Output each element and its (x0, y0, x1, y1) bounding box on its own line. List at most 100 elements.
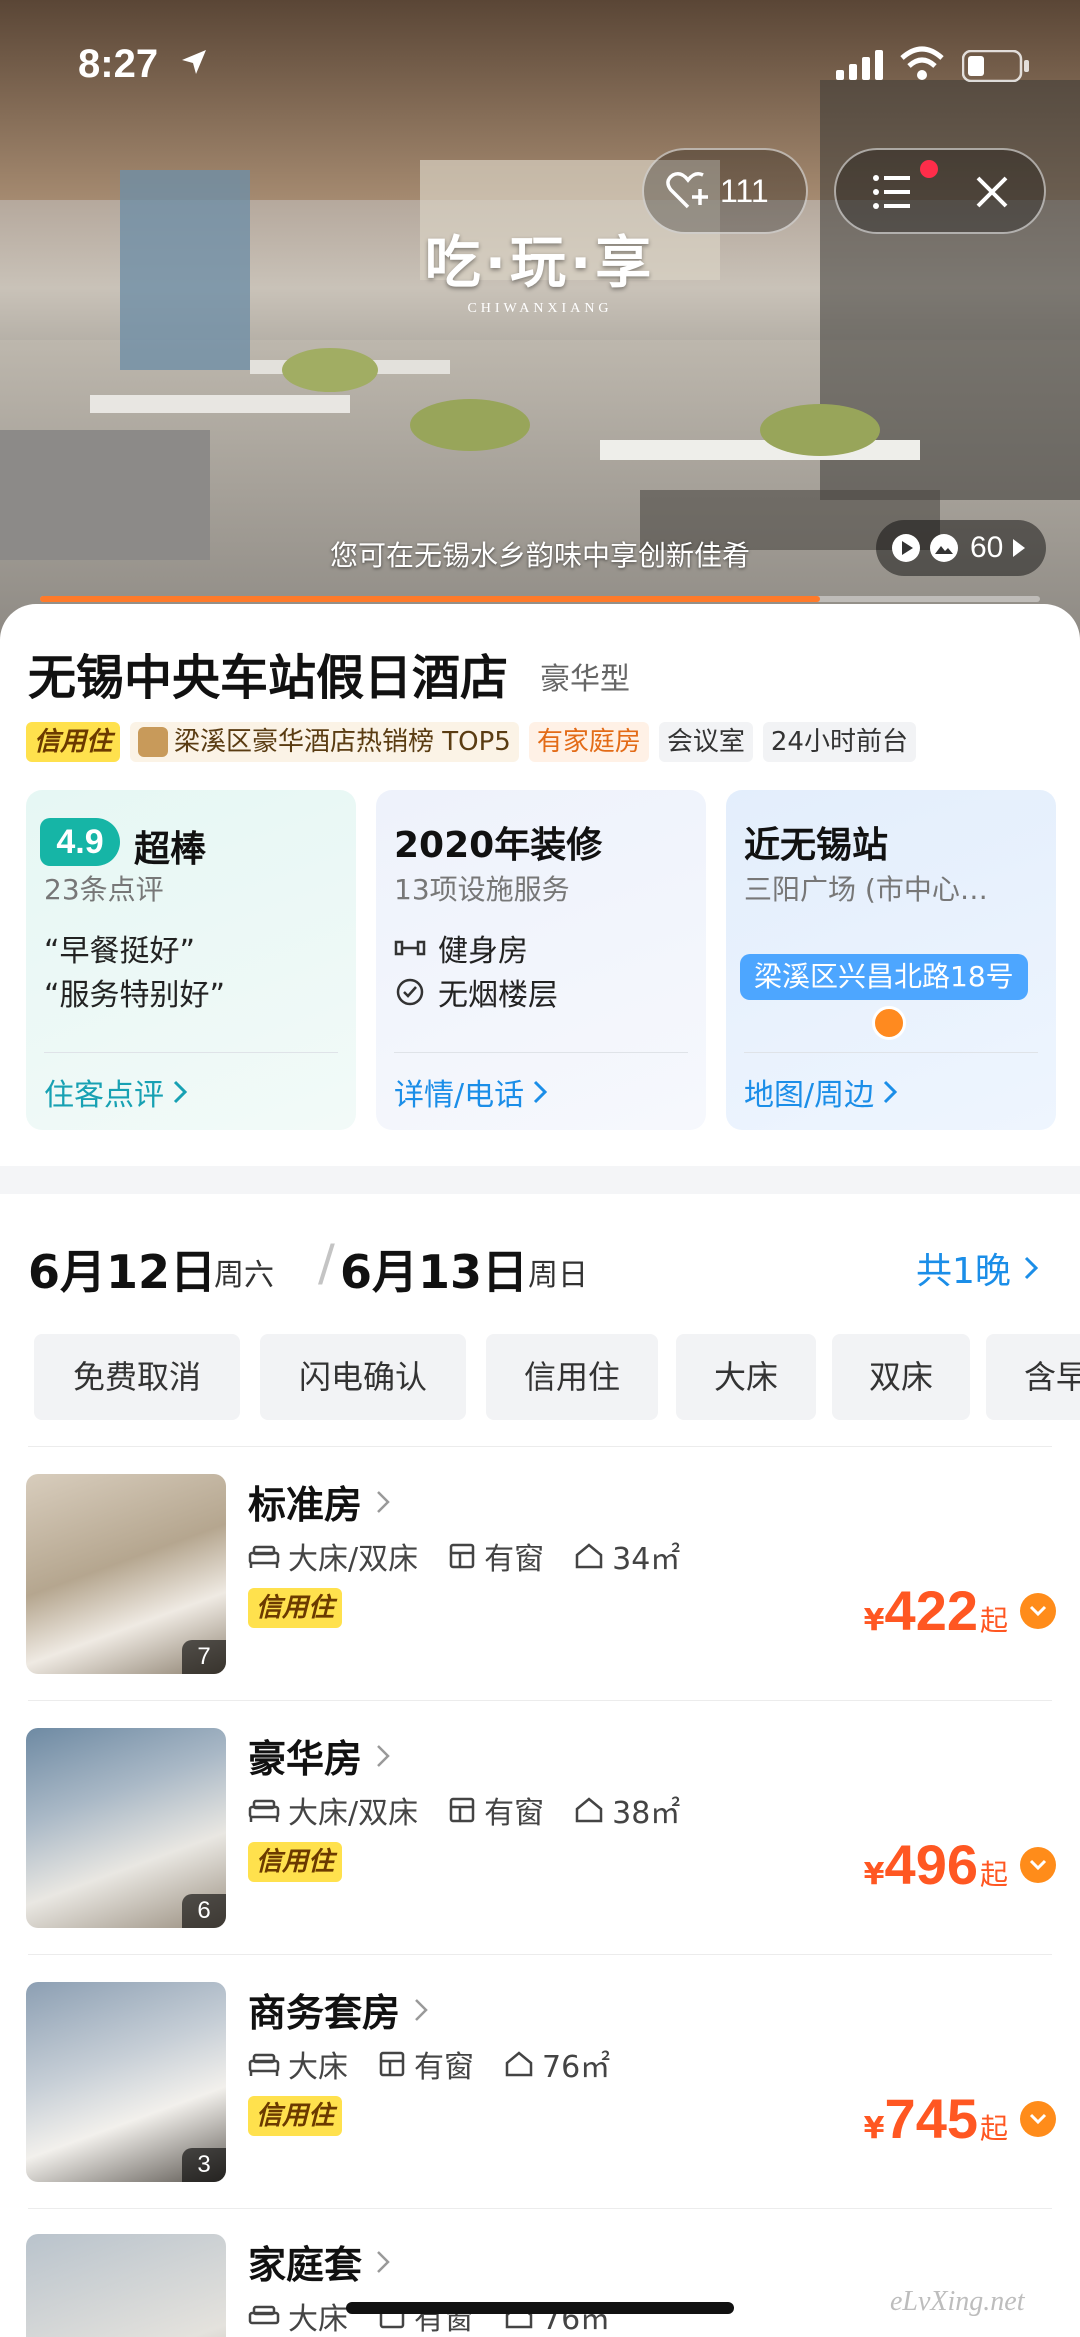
photo-count: 6 (182, 1894, 226, 1928)
tag-ranking[interactable]: 梁溪区豪华酒店热销榜 TOP5 (130, 722, 519, 762)
gallery-progress-fill (40, 596, 820, 602)
nights-count[interactable]: 共1晚 (916, 1242, 1039, 1294)
chevron-down-icon (1029, 2113, 1047, 2124)
tag-credit[interactable]: 信用住 (26, 722, 121, 762)
area-label: 76㎡ (542, 2302, 611, 2337)
room-name-label: 豪华房 (248, 1737, 363, 1781)
room-name[interactable]: 家庭套 (248, 2234, 390, 2289)
checkin-date[interactable]: 6月12日 (28, 1236, 216, 1302)
menu-icon[interactable] (872, 172, 912, 212)
area-label: 38㎡ (612, 1796, 681, 1831)
expand-icon[interactable] (1020, 1592, 1056, 1629)
bed-icon (248, 2053, 280, 2076)
photo-count: 3 (182, 2148, 226, 2182)
room-name[interactable]: 商务套房 (248, 1982, 428, 2037)
price-value: 745 (884, 2087, 978, 2150)
room-thumbnail[interactable]: 3 (26, 1982, 226, 2182)
nights-label: 共1晚 (916, 1251, 1011, 1292)
wifi-icon (900, 46, 944, 80)
feature-nonsmoking-label: 无烟楼层 (438, 978, 558, 1013)
expand-icon[interactable] (1020, 2100, 1056, 2137)
restaurant-logo: 吃·玩·享 CHIWANXIANG (410, 218, 670, 348)
bed-label: 大床 (288, 2302, 348, 2337)
map-pin-icon (872, 1006, 906, 1040)
room-item[interactable]: 7 标准房 大床/双床 有窗 34㎡ 信用住 ¥ 422 起 (0, 1474, 1080, 1680)
filter-instant-confirm[interactable]: 闪电确认 (260, 1334, 466, 1420)
divider (28, 2208, 1052, 2209)
hotel-type: 豪华型 (540, 662, 630, 697)
room-thumbnail[interactable]: 6 (26, 1728, 226, 1928)
divider (28, 1700, 1052, 1701)
brand-pinyin: CHIWANXIANG (467, 301, 613, 316)
media-count-button[interactable]: 60 (876, 520, 1046, 576)
room-thumbnail[interactable]: 7 (26, 1474, 226, 1674)
photo-icon (930, 534, 958, 562)
room-name[interactable]: 标准房 (248, 1474, 390, 1529)
details-phone-link[interactable]: 详情/电话 (394, 1070, 548, 1114)
divider (394, 1052, 688, 1053)
location-arrow-icon (182, 50, 206, 74)
map-nearby-label: 地图/周边 (744, 1078, 875, 1113)
room-price[interactable]: ¥ 745 起 (864, 2086, 1056, 2151)
divider (28, 1446, 1052, 1447)
window-spec: 有窗 (378, 2042, 474, 2086)
close-icon[interactable] (972, 172, 1012, 212)
hotel-info-section: 无锡中央车站假日酒店 豪华型 信用住 梁溪区豪华酒店热销榜 TOP5 有家庭房 … (0, 604, 1080, 1164)
room-price[interactable]: ¥ 496 起 (864, 1832, 1056, 1897)
watermark: eLvXing.net (890, 2286, 1025, 2317)
nearby-station: 近无锡站 (744, 825, 889, 866)
review-card[interactable]: 4.9 超棒 23条点评 “早餐挺好” “服务特别好” 住客点评 (26, 790, 356, 1130)
date-selector[interactable]: 6月12日 周六 / 6月13日 周日 共1晚 (28, 1234, 1058, 1299)
chevron-right-icon (534, 1080, 548, 1104)
expand-icon[interactable] (1020, 1846, 1056, 1883)
feature-nonsmoking: 无烟楼层 (394, 970, 558, 1014)
reviews-link[interactable]: 住客点评 (44, 1070, 188, 1114)
bed-spec: 大床 (248, 2294, 348, 2337)
bed-label: 大床 (288, 2050, 348, 2085)
filter-credit[interactable]: 信用住 (486, 1334, 658, 1420)
status-time: 8:27 (78, 42, 159, 86)
bed-spec: 大床 (248, 2042, 348, 2086)
price-currency: ¥ (863, 2111, 885, 2146)
credit-badge: 信用住 (248, 1842, 343, 1882)
reviews-link-label: 住客点评 (44, 1078, 164, 1113)
room-price[interactable]: ¥ 422 起 (864, 1578, 1056, 1643)
checkout-date[interactable]: 6月13日 (340, 1236, 528, 1302)
bed-spec: 大床/双床 (248, 1534, 418, 1578)
home-indicator[interactable] (346, 2302, 734, 2314)
window-icon (449, 1797, 475, 1823)
play-arrow-icon (1013, 539, 1026, 557)
room-name[interactable]: 豪华房 (248, 1728, 390, 1783)
chevron-right-icon (1024, 1256, 1039, 1280)
room-thumbnail[interactable] (26, 2234, 226, 2337)
map-nearby-link[interactable]: 地图/周边 (744, 1070, 898, 1114)
review-count: 23条点评 (44, 873, 164, 906)
location-card[interactable]: 近无锡站 三阳广场 (市中心… 梁溪区兴昌北路18号 地图/周边 (726, 790, 1056, 1130)
hotel-name: 无锡中央车站假日酒店 (28, 650, 509, 706)
chevron-right-icon (377, 2250, 390, 2273)
facility-card[interactable]: 2020年装修 13项设施服务 健身房 无烟楼层 详情/电话 (376, 790, 706, 1130)
filter-twin-bed[interactable]: 双床 (832, 1334, 970, 1420)
date-separator: / (318, 1234, 335, 1292)
battery-icon (962, 50, 1029, 82)
bed-label: 大床/双床 (288, 1542, 419, 1577)
price-currency: ¥ (863, 1857, 885, 1892)
window-spec: 有窗 (448, 1788, 544, 1832)
price-suffix: 起 (979, 2112, 1008, 2145)
hotel-photo-gallery[interactable]: 8:27 111 吃·玩·享 CHIWANXIANG 您可在无锡水乡韵味中享创新… (0, 0, 1080, 640)
room-item[interactable]: 6 豪华房 大床/双床 有窗 38㎡ 信用住 ¥ 496 起 (0, 1728, 1080, 1934)
divider (44, 1052, 338, 1053)
area-spec: 76㎡ (504, 2294, 610, 2337)
tag-ranking-label: 梁溪区豪华酒店热销榜 TOP5 (174, 727, 511, 757)
house-area-icon (505, 2051, 533, 2077)
tag-front-desk: 24小时前台 (762, 722, 916, 762)
gallery-progress (40, 596, 1040, 602)
room-item[interactable]: 3 商务套房 大床 有窗 76㎡ 信用住 ¥ 745 起 (0, 1982, 1080, 2188)
filter-free-cancel[interactable]: 免费取消 (34, 1334, 240, 1420)
address-label: 梁溪区兴昌北路18号 (740, 954, 1028, 1000)
filter-king-bed[interactable]: 大床 (676, 1334, 816, 1420)
feature-gym-label: 健身房 (438, 934, 528, 969)
filter-breakfast[interactable]: 含早 (986, 1334, 1080, 1420)
ranking-badge-icon (138, 727, 169, 757)
price-value: 496 (884, 1833, 978, 1896)
